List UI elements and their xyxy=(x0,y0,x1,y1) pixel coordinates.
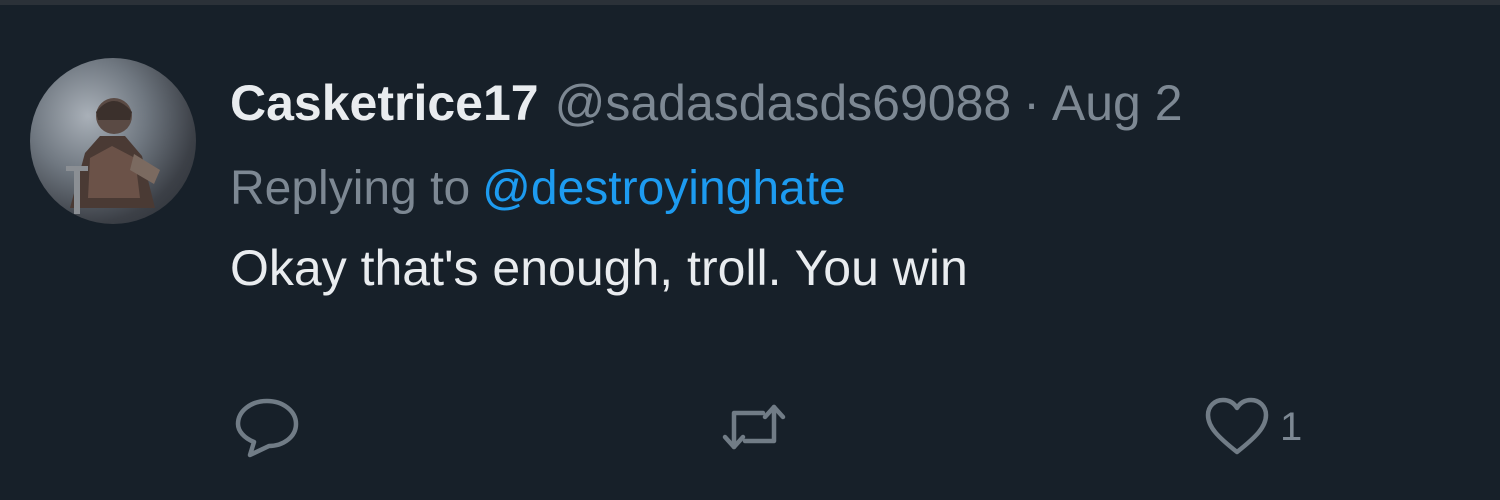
heart-icon xyxy=(1205,397,1269,455)
knight-avatar-image xyxy=(66,98,160,214)
avatar[interactable] xyxy=(30,58,196,224)
separator-dot: · xyxy=(1023,75,1040,131)
reply-button[interactable] xyxy=(232,395,302,459)
tweet-header: Casketrice17 @sadasdasds69088 · Aug 2 xyxy=(230,63,1460,143)
tweet-date[interactable]: Aug 2 xyxy=(1052,78,1183,128)
tweet-text: Okay that's enough, troll. You win xyxy=(230,240,968,296)
speech-bubble-icon xyxy=(235,398,299,458)
display-name[interactable]: Casketrice17 xyxy=(230,78,539,128)
tweet-card[interactable]: Casketrice17 @sadasdasds69088 · Aug 2 Re… xyxy=(0,5,1500,500)
replying-to: Replying to @destroyinghate xyxy=(230,165,1460,213)
like-button[interactable]: 1 xyxy=(1202,395,1302,459)
reply-mention-link[interactable]: @destroyinghate xyxy=(482,162,846,215)
like-count: 1 xyxy=(1280,404,1303,449)
retweet-button[interactable] xyxy=(719,395,789,459)
user-handle[interactable]: @sadasdasds69088 xyxy=(555,78,1012,128)
replying-to-label: Replying to xyxy=(230,162,471,215)
tweet-content: Casketrice17 @sadasdasds69088 · Aug 2 Re… xyxy=(230,63,1460,293)
tweet-actions: 1 xyxy=(232,395,1352,459)
retweet-arrows-icon xyxy=(722,404,786,450)
